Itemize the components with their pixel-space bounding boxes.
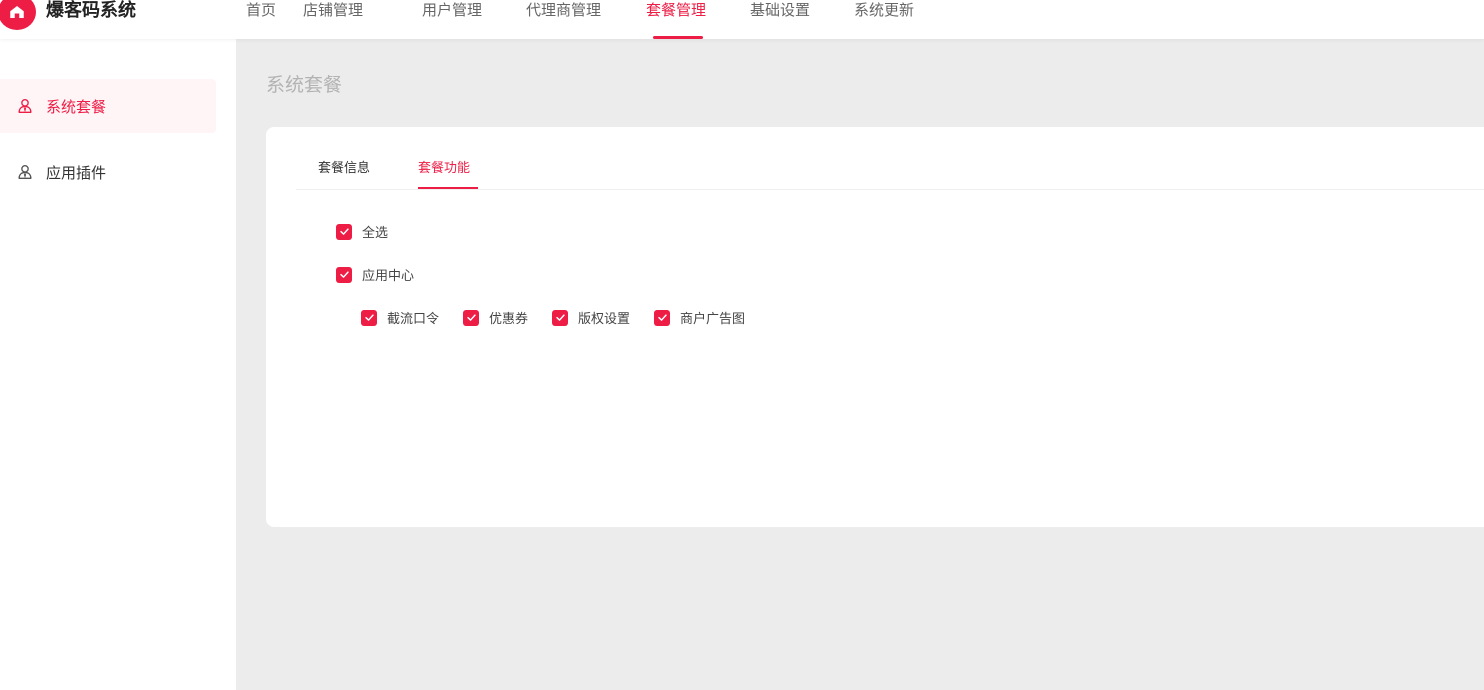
feature-item: 截流口令 [361, 308, 439, 327]
app-center-label: 应用中心 [362, 269, 415, 284]
package-card: 套餐信息 套餐功能 全选 应用中心 截流口令 优惠券 版权设置 商户广告图 [266, 127, 1484, 527]
sidebar-item-system-package[interactable]: 系统套餐 [0, 79, 216, 133]
feature-checkbox-merchant-ad[interactable] [654, 309, 671, 326]
select-all-label: 全选 [362, 226, 389, 241]
nav-system-update[interactable]: 系统更新 [854, 0, 914, 21]
nav-basic-settings[interactable]: 基础设置 [750, 0, 810, 21]
tab-active-indicator [418, 187, 478, 189]
nav-store-management[interactable]: 店铺管理 [303, 0, 363, 21]
check-icon [466, 314, 476, 321]
page-title: 系统套餐 [266, 74, 343, 96]
feature-checkbox-intercept-code[interactable] [361, 309, 377, 326]
select-all-checkbox[interactable] [336, 223, 352, 240]
nav-package-management[interactable]: 套餐管理 [646, 0, 706, 21]
app-title: 爆客码系统 [46, 0, 136, 21]
feature-label: 版权设置 [578, 312, 631, 327]
feature-checkbox-group: 截流口令 优惠券 版权设置 商户广告图 [361, 308, 769, 327]
nav-active-indicator [653, 36, 703, 39]
feature-checkbox-copyright[interactable] [552, 309, 569, 326]
home-logo-icon[interactable] [0, 0, 36, 30]
user-icon [16, 163, 34, 181]
sidebar-item-label: 应用插件 [46, 163, 107, 182]
tab-package-info[interactable]: 套餐信息 [318, 157, 370, 176]
nav-home[interactable]: 首页 [246, 0, 276, 21]
feature-item: 优惠券 [463, 308, 528, 327]
check-icon [555, 314, 565, 321]
feature-label: 截流口令 [387, 312, 440, 327]
select-all-row: 全选 [336, 222, 388, 241]
nav-agent-management[interactable]: 代理商管理 [526, 0, 601, 21]
tab-package-features[interactable]: 套餐功能 [418, 157, 470, 176]
sidebar: 系统套餐 应用插件 [0, 39, 236, 690]
feature-label: 优惠券 [489, 312, 529, 327]
nav-user-management[interactable]: 用户管理 [422, 0, 482, 21]
user-icon [16, 97, 34, 115]
sidebar-item-label: 系统套餐 [46, 97, 107, 116]
check-icon [657, 314, 667, 321]
tab-bar: 套餐信息 套餐功能 [296, 127, 1484, 190]
feature-item: 商户广告图 [654, 308, 745, 327]
check-icon [364, 314, 374, 321]
sidebar-item-app-plugins[interactable]: 应用插件 [0, 145, 216, 199]
top-navigation-bar: 爆客码系统 首页 店铺管理 用户管理 代理商管理 套餐管理 基础设置 系统更新 [0, 0, 1484, 39]
feature-checkbox-coupon[interactable] [463, 309, 480, 326]
app-center-checkbox[interactable] [336, 266, 352, 283]
feature-item: 版权设置 [552, 308, 630, 327]
app-center-row: 应用中心 [336, 265, 414, 284]
check-icon [339, 228, 349, 235]
feature-label: 商户广告图 [680, 312, 746, 327]
check-icon [339, 271, 349, 278]
